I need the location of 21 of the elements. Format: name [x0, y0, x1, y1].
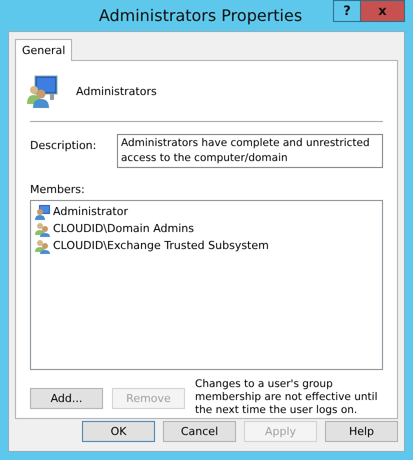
- close-button[interactable]: x: [360, 0, 405, 22]
- dialog-button[interactable]: Cancel: [163, 421, 236, 442]
- member-item[interactable]: Administrator: [35, 203, 378, 220]
- user-computer-icon: [35, 204, 51, 220]
- dialog-button[interactable]: Help: [325, 421, 398, 442]
- membership-note: Changes to a user's group membership are not effective until the next time the user logs on.: [195, 378, 378, 417]
- description-label: Description:: [30, 139, 98, 152]
- users-icon: [35, 238, 51, 254]
- member-item[interactable]: CLOUDID\Exchange Trusted Subsystem: [35, 237, 378, 254]
- users-computer-icon: [26, 74, 60, 108]
- help-button[interactable]: ?: [333, 0, 360, 22]
- dialog-button[interactable]: OK: [82, 421, 155, 442]
- dialog-button[interactable]: Add...: [30, 388, 103, 409]
- tab[interactable]: General: [15, 39, 72, 61]
- users-icon: [35, 220, 51, 236]
- description-field[interactable]: Administrators have complete and unrestricted access to the computer/domain: [117, 134, 383, 168]
- member-item[interactable]: CLOUDID\Domain Admins: [35, 220, 378, 237]
- window-title: Administrators Properties: [98, 5, 304, 27]
- members-label: Members:: [30, 183, 86, 196]
- group-name: Administrators: [76, 84, 157, 98]
- members-list[interactable]: Administrator CLOUDID\Domain Admins CLOUDID\Exchange Trusted Subsystem: [30, 200, 383, 370]
